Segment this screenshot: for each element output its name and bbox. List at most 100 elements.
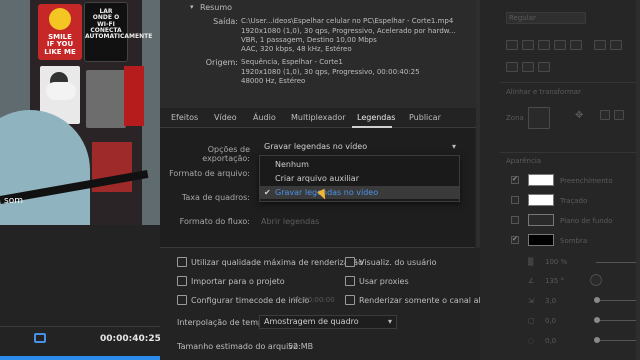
output-line: 1920x1080 (1,0), 30 qps, Progressivo, Ac… — [241, 27, 456, 35]
tab-captions[interactable]: Legendas — [357, 113, 395, 122]
slider-knob[interactable] — [594, 337, 600, 343]
text-align-icon[interactable] — [554, 40, 566, 50]
checkmark-icon: ✔ — [512, 175, 518, 183]
move-icon[interactable]: ✥ — [575, 110, 583, 121]
divider — [0, 326, 160, 327]
text-align-icon[interactable] — [522, 40, 534, 50]
shadow-opacity-value[interactable]: 100 % — [545, 258, 567, 266]
tab-video[interactable]: Vídeo — [214, 113, 237, 122]
shadow-distance-value[interactable]: 3,0 — [545, 297, 556, 305]
divider — [500, 152, 640, 153]
text-align-icon[interactable] — [570, 40, 582, 50]
smile-sign: SMILE IF YOU LIKE ME — [38, 4, 82, 60]
export-options-dropdown: Nenhum Criar arquivo auxiliar ✔ Gravar l… — [259, 155, 460, 202]
output-label: Saída: — [213, 17, 238, 26]
import-project-label: Importar para o projeto — [191, 277, 285, 286]
wifi-sign: LAR ONDE O WI-FI CONECTA AUTOMATICAMENTE — [84, 2, 153, 62]
max-quality-checkbox[interactable] — [177, 257, 187, 267]
import-project-checkbox[interactable] — [177, 276, 187, 286]
source-label: Origem: — [205, 58, 238, 67]
text-align-icon[interactable] — [610, 40, 622, 50]
timeline-bar — [0, 356, 160, 360]
stream-format-label: Formato do fluxo: — [179, 217, 250, 226]
size-slider[interactable] — [596, 320, 640, 321]
time-interpolation-select[interactable]: Amostragem de quadro ▾ — [259, 315, 397, 329]
shadow-color-swatch[interactable] — [528, 234, 554, 246]
angle-icon: ∠ — [528, 277, 535, 285]
alpha-only-checkbox[interactable] — [345, 295, 355, 305]
tab-audio[interactable]: Áudio — [253, 113, 276, 122]
panel-scrollbar[interactable] — [636, 0, 640, 360]
distance-icon: ⇲ — [528, 297, 534, 305]
background-label: Plano de fundo — [560, 217, 613, 225]
text-align-icon[interactable] — [522, 62, 534, 72]
source-line: 1920x1080 (1,0), 30 qps, Progressivo, 00… — [241, 68, 420, 76]
webcam-caption: som — [4, 196, 23, 206]
export-options-label: Opções de exportação: — [202, 145, 250, 163]
export-frame-icon[interactable] — [34, 333, 46, 343]
opacity-slider[interactable] — [596, 262, 640, 263]
set-timecode-checkbox[interactable] — [177, 295, 187, 305]
file-size-value: 52 MB — [288, 342, 314, 351]
text-align-icon[interactable] — [538, 40, 550, 50]
distance-slider[interactable] — [596, 300, 640, 301]
playhead-timecode[interactable]: 00:00:40:25 — [100, 334, 161, 344]
angle-dial[interactable] — [590, 274, 602, 286]
text-align-icon[interactable] — [594, 40, 606, 50]
file-size-label: Tamanho estimado do arquivo: — [177, 342, 301, 351]
dropdown-option-sidecar[interactable]: Criar arquivo auxiliar — [260, 172, 459, 185]
output-line: VBR, 1 passagem, Destino 10,00 Mbps — [241, 36, 377, 44]
stroke-checkbox[interactable] — [511, 196, 519, 204]
fill-color-swatch[interactable] — [528, 174, 554, 186]
preview-label: Visualiz. do usuário — [359, 258, 437, 267]
smile-sign-text: SMILE IF YOU LIKE ME — [44, 33, 76, 56]
tab-multiplexer[interactable]: Multiplexador — [291, 113, 346, 122]
summary-heading[interactable]: Resumo — [200, 3, 232, 12]
preview-checkbox[interactable] — [345, 257, 355, 267]
slider-knob[interactable] — [594, 297, 600, 303]
shadow-size-value[interactable]: 0,0 — [545, 317, 556, 325]
checkmark-icon: ✔ — [264, 188, 271, 197]
shadow-angle-value[interactable]: 135 ° — [545, 277, 564, 285]
text-align-icon[interactable] — [538, 62, 550, 72]
use-proxies-checkbox[interactable] — [345, 276, 355, 286]
slider-knob[interactable] — [594, 317, 600, 323]
shadow-blur-value[interactable]: 0,0 — [545, 337, 556, 345]
stroke-label: Traçado — [560, 197, 588, 205]
blur-slider[interactable] — [596, 340, 640, 341]
background-checkbox[interactable] — [511, 216, 519, 224]
tab-publish[interactable]: Publicar — [409, 113, 441, 122]
zone-label: Zona — [506, 114, 524, 122]
dropdown-option-burn-in[interactable]: ✔ Gravar legendas no vídeo — [260, 186, 459, 199]
background-color-swatch[interactable] — [528, 214, 554, 226]
align-icon[interactable] — [600, 110, 610, 120]
game-controller — [46, 82, 76, 100]
align-icon[interactable] — [614, 110, 624, 120]
red-box — [124, 66, 144, 126]
stroke-color-swatch[interactable] — [528, 194, 554, 206]
tab-effects[interactable]: Efeitos — [171, 113, 198, 122]
export-options-select[interactable]: Gravar legendas no vídeo ▾ — [262, 142, 458, 155]
export-options-value: Gravar legendas no vídeo — [264, 142, 368, 151]
size-icon: ▢ — [528, 317, 535, 325]
chevron-down-icon: ▾ — [451, 142, 456, 151]
alpha-only-label: Renderizar somente o canal alfa — [359, 296, 489, 305]
text-align-icon[interactable] — [506, 62, 518, 72]
webcam-preview: SMILE IF YOU LIKE ME LAR ONDE O WI-FI CO… — [0, 0, 160, 225]
checkmark-icon: ✔ — [512, 235, 518, 243]
smiley-face-icon — [49, 8, 71, 30]
chevron-down-icon[interactable]: ▾ — [190, 3, 194, 11]
file-format-label: Formato de arquivo: — [169, 169, 250, 178]
use-proxies-label: Usar proxies — [359, 277, 409, 286]
divider — [500, 82, 640, 83]
game-box — [86, 70, 126, 128]
wifi-sign-text: LAR ONDE O WI-FI CONECTA AUTOMATICAMENTE — [85, 8, 153, 41]
blur-icon: ◌ — [528, 337, 535, 345]
text-align-icon[interactable] — [506, 40, 518, 50]
source-line: Sequência, Espelhar - Corte1 — [241, 58, 343, 66]
dropdown-option-none[interactable]: Nenhum — [260, 158, 459, 171]
start-timecode-field[interactable]: 00:00:00:00 — [292, 296, 335, 304]
align-transform-heading: Alinhar e transformar — [506, 88, 581, 96]
zone-selector[interactable] — [528, 107, 550, 129]
chevron-down-icon: ▾ — [387, 317, 392, 326]
